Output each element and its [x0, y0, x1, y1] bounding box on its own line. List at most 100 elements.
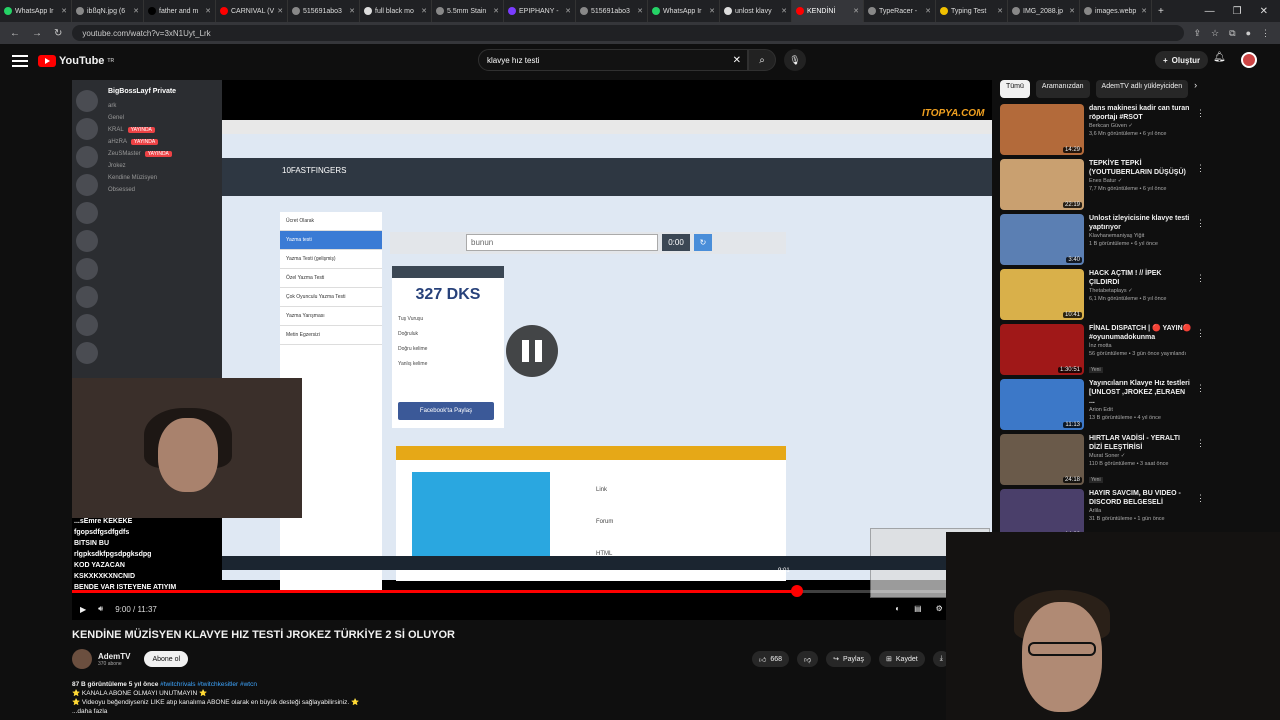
browser-tab[interactable]: 515691abo3 ✕: [576, 0, 648, 22]
more-options-icon[interactable]: ⋮: [1196, 493, 1205, 504]
desc-hashtags[interactable]: #twitchrivals #twitchkesitler #wtcn: [160, 681, 257, 688]
profile-icon[interactable]: ●: [1246, 28, 1251, 39]
tab-close-icon[interactable]: ✕: [421, 7, 427, 15]
browser-menu-icon[interactable]: ⋮: [1261, 28, 1270, 39]
tab-close-icon[interactable]: ✕: [997, 7, 1003, 15]
recommendation-item[interactable]: 11:13 Yayıncıların Klavye Hız testleri [U…: [1000, 379, 1270, 434]
tab-close-icon[interactable]: ✕: [349, 7, 355, 15]
filter-chip[interactable]: Aramanızdan: [1035, 80, 1090, 98]
video-thumbnail[interactable]: 11:13: [1000, 379, 1084, 430]
video-thumbnail[interactable]: 3:40: [1000, 214, 1084, 265]
recommendation-item[interactable]: 14:29 dans makinesi kadir can turan röpor…: [1000, 104, 1270, 159]
chevron-right-icon[interactable]: ›: [1194, 80, 1197, 98]
tab-close-icon[interactable]: ✕: [493, 7, 499, 15]
browser-tab[interactable]: IMG_2088.jp ✕: [1008, 0, 1080, 22]
minimize-icon[interactable]: —: [1205, 6, 1215, 17]
tab-close-icon[interactable]: ✕: [205, 7, 211, 15]
browser-tab[interactable]: WhatsApp Ir ✕: [648, 0, 720, 22]
recommendation-item[interactable]: 10:41 HACK AÇTIM ! // İPEK ÇILDIRDI Thetab…: [1000, 269, 1270, 324]
subtitles-icon[interactable]: ▤: [914, 604, 922, 614]
browser-tab[interactable]: KENDİNİ ✕: [792, 0, 864, 22]
recommendation-item[interactable]: 1:30:51 FİNAL DISPATCH | 🔴 YAYIN🔴 #oyunum…: [1000, 324, 1270, 379]
pause-icon[interactable]: [506, 325, 558, 377]
desc-more[interactable]: ...daha fazla: [72, 707, 572, 716]
browser-tab[interactable]: CARNIVAL (V ✕: [216, 0, 288, 22]
recommendation-item[interactable]: 24:18 HIRTLAR VADİSİ - YERALTI DİZİ ELEŞT…: [1000, 434, 1270, 489]
browser-tab[interactable]: father and m ✕: [144, 0, 216, 22]
search-button[interactable]: ⌕: [748, 49, 776, 71]
forward-icon[interactable]: →: [32, 28, 42, 39]
more-options-icon[interactable]: ⋮: [1196, 328, 1205, 339]
video-thumbnail[interactable]: 22:19: [1000, 159, 1084, 210]
recommendation-title[interactable]: Yayıncıların Klavye Hız testleri [UNLOST…: [1089, 379, 1192, 406]
maximize-icon[interactable]: ❐: [1233, 6, 1242, 17]
voice-search-button[interactable]: 🎙︎: [784, 49, 806, 71]
video-thumbnail[interactable]: 1:30:51: [1000, 324, 1084, 375]
channel-avatar[interactable]: [72, 649, 92, 669]
browser-tab[interactable]: images.webp ✕: [1080, 0, 1152, 22]
browser-tab[interactable]: full black mo ✕: [360, 0, 432, 22]
share-button[interactable]: ↪ Paylaş: [826, 651, 872, 667]
recommendation-title[interactable]: HACK AÇTIM ! // İPEK ÇILDIRDI: [1089, 269, 1192, 287]
recommendation-channel[interactable]: Berkcan Güven ✓: [1089, 122, 1192, 130]
tab-close-icon[interactable]: ✕: [1069, 7, 1075, 15]
dislike-button[interactable]: 👎︎: [797, 651, 819, 667]
channel-name[interactable]: AdemTV: [98, 652, 130, 661]
video-thumbnail[interactable]: 24:18: [1000, 434, 1084, 485]
new-tab-button[interactable]: +: [1152, 6, 1170, 17]
recommendation-title[interactable]: HAYIR SAVCIM, BU VIDEO - DISCORD BELGESE…: [1089, 489, 1192, 507]
save-button[interactable]: ⊞ Kaydet: [879, 651, 925, 667]
more-options-icon[interactable]: ⋮: [1196, 218, 1205, 229]
recommendation-channel[interactable]: Arlila: [1089, 507, 1192, 515]
more-options-icon[interactable]: ⋮: [1196, 273, 1205, 284]
autoplay-toggle[interactable]: ◐: [895, 604, 900, 614]
browser-tab[interactable]: ibßqN.jpg (6 ✕: [72, 0, 144, 22]
search-input[interactable]: klavye hız testi ✕: [478, 49, 748, 71]
subscribe-button[interactable]: Abone ol: [144, 651, 189, 667]
browser-tab[interactable]: EPIPHANY - ✕: [504, 0, 576, 22]
volume-icon[interactable]: 🔊︎: [98, 604, 103, 614]
recommendation-title[interactable]: HIRTLAR VADİSİ - YERALTI DİZİ ELEŞTİRİSİ: [1089, 434, 1192, 452]
recommendation-channel[interactable]: Thetabetaplays ✓: [1089, 287, 1192, 295]
notifications-bell-icon[interactable]: 🔔︎: [1213, 52, 1226, 63]
youtube-logo[interactable]: YouTube TR: [38, 55, 114, 67]
tab-close-icon[interactable]: ✕: [781, 7, 787, 15]
hamburger-menu-icon[interactable]: [12, 55, 28, 67]
browser-tab[interactable]: 5.5mm Stain ✕: [432, 0, 504, 22]
tab-close-icon[interactable]: ✕: [1141, 7, 1147, 15]
tab-close-icon[interactable]: ✕: [61, 7, 67, 15]
more-options-icon[interactable]: ⋮: [1196, 438, 1205, 449]
progress-scrubber[interactable]: [790, 585, 803, 597]
play-icon[interactable]: ▶: [80, 605, 86, 614]
recommendation-item[interactable]: 3:40 Unlost izleyicisine klavye testi yap…: [1000, 214, 1270, 269]
close-window-icon[interactable]: ✕: [1260, 6, 1268, 17]
filter-chip[interactable]: AdemTV adlı yükleyiciden: [1095, 80, 1189, 98]
tab-close-icon[interactable]: ✕: [925, 7, 931, 15]
recommendation-title[interactable]: FİNAL DISPATCH | 🔴 YAYIN🔴 #oyunumadokunm…: [1089, 324, 1192, 342]
recommendation-channel[interactable]: Klavhanemaniyaş Yiğit: [1089, 232, 1192, 240]
more-options-icon[interactable]: ⋮: [1196, 163, 1205, 174]
filter-chip[interactable]: Tümü: [1000, 80, 1030, 98]
bookmark-star-icon[interactable]: ☆: [1211, 28, 1219, 39]
recommendation-channel[interactable]: Arion Edit: [1089, 406, 1192, 414]
extensions-icon[interactable]: ⧉: [1229, 28, 1235, 39]
back-icon[interactable]: ←: [10, 28, 20, 39]
video-thumbnail[interactable]: 10:41: [1000, 269, 1084, 320]
more-options-icon[interactable]: ⋮: [1196, 108, 1205, 119]
url-field[interactable]: youtube.com/watch?v=3xN1Uyt_Lrk: [72, 25, 1184, 41]
account-avatar[interactable]: [1241, 52, 1257, 68]
browser-tab[interactable]: Typing Test ✕: [936, 0, 1008, 22]
browser-tab[interactable]: TypeRacer - ✕: [864, 0, 936, 22]
like-button[interactable]: 👍︎ 668: [752, 651, 790, 667]
recommendation-title[interactable]: dans makinesi kadir can turan röportajı …: [1089, 104, 1192, 122]
tab-close-icon[interactable]: ✕: [853, 7, 859, 15]
tab-close-icon[interactable]: ✕: [565, 7, 571, 15]
video-description[interactable]: 87 B görüntüleme 5 yıl önce #twitchrival…: [72, 680, 572, 716]
browser-tab[interactable]: 515691abo3 ✕: [288, 0, 360, 22]
browser-tab[interactable]: unlost klavy ✕: [720, 0, 792, 22]
settings-gear-icon[interactable]: ⚙: [936, 604, 943, 614]
reload-icon[interactable]: ↻: [54, 28, 62, 39]
tab-close-icon[interactable]: ✕: [277, 7, 283, 15]
tab-close-icon[interactable]: ✕: [709, 7, 715, 15]
recommendation-channel[interactable]: İnz motta: [1089, 342, 1192, 350]
